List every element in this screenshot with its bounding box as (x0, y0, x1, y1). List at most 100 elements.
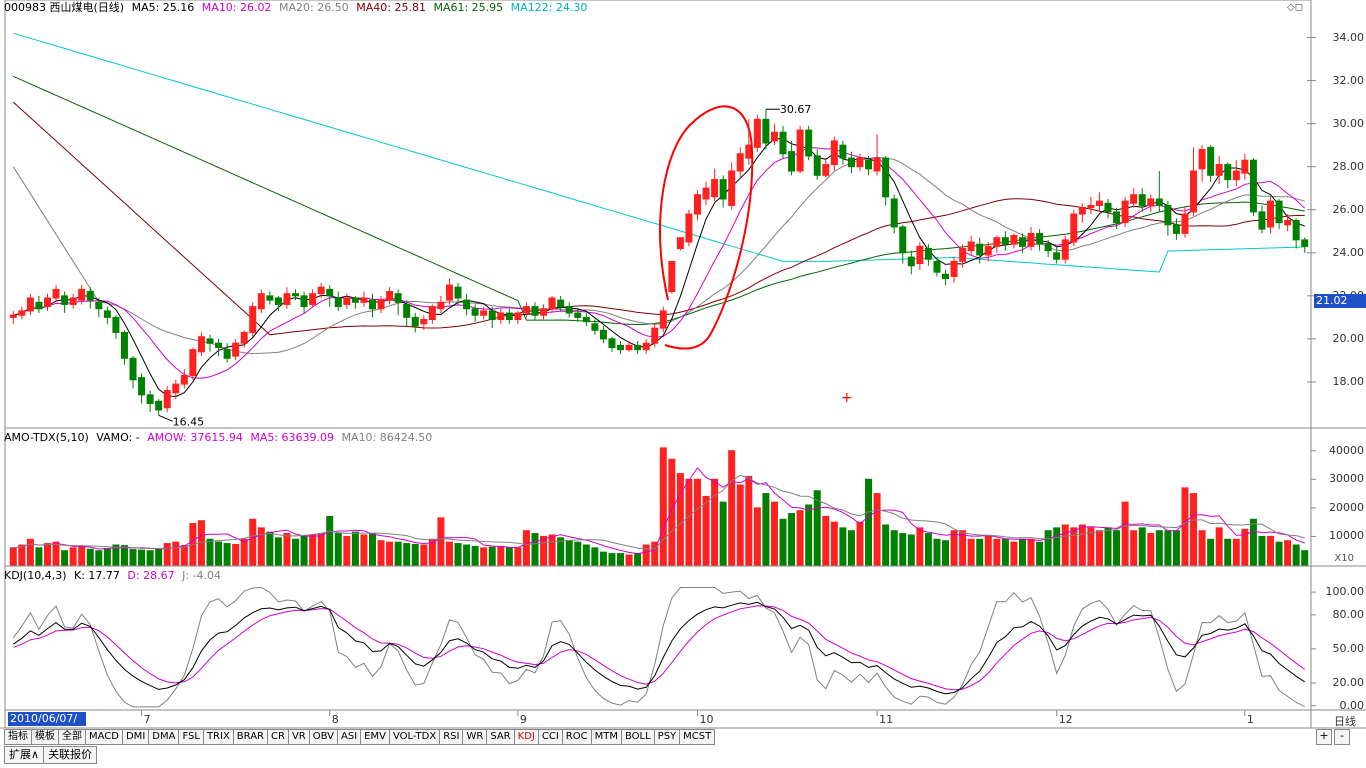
price-axis-label: 32.00 (1332, 73, 1365, 87)
candle-body (1027, 232, 1035, 247)
kdj-header: KDJ(10,4,3) K: 17.77 D: 28.67 J: -4.04 (4, 569, 225, 583)
candle-body (1249, 159, 1257, 213)
volume-bar (984, 535, 992, 566)
volume-bar (120, 545, 128, 566)
volume-bar (822, 515, 830, 566)
volume-bar (557, 537, 565, 566)
volume-bar (1181, 487, 1189, 566)
candle-body (1207, 146, 1215, 176)
candle-body (351, 297, 359, 303)
indicator-tab-vr[interactable]: VR (288, 729, 310, 745)
indicator-tab-emv[interactable]: EMV (361, 729, 390, 745)
related-quotes-tab[interactable]: 关联报价 (43, 746, 98, 764)
zoom-out-button[interactable]: - (1334, 729, 1350, 745)
zoom-in-button[interactable]: + (1316, 729, 1332, 745)
volume-bar (514, 547, 522, 566)
candle-body (839, 144, 847, 159)
volume-bar (454, 543, 462, 566)
candle-body (822, 164, 830, 176)
expand-tab[interactable]: 扩展∧ (4, 746, 45, 764)
indicator-tab-mcst[interactable]: MCST (680, 729, 716, 745)
volume-bar (18, 544, 26, 566)
candle-body (993, 237, 1001, 247)
candle-body (377, 299, 385, 310)
indicator-tab-全部[interactable]: 全部 (59, 729, 86, 745)
volume-bar (155, 548, 163, 566)
candle-body (1121, 200, 1129, 224)
candle-body (112, 316, 120, 333)
indicator-tab-指标[interactable]: 指标 (4, 729, 32, 745)
volume-bar (719, 501, 727, 566)
indicator-tab-rsi[interactable]: RSI (440, 729, 464, 745)
vol-ma10-label: MA10: 86424.50 (341, 431, 433, 444)
candle-body (531, 306, 539, 316)
indicator-tab-boll[interactable]: BOLL (621, 729, 655, 745)
start-date-marker: 2010/06/07/— (8, 712, 86, 739)
candle-body (574, 312, 582, 318)
indicator-tab-cci[interactable]: CCI (538, 729, 563, 745)
volume-bar (565, 540, 573, 566)
volume-bar (762, 493, 770, 566)
candle-body (899, 226, 907, 254)
volume-bar (360, 534, 368, 566)
indicator-tab-cr[interactable]: CR (268, 729, 289, 745)
indicator-tab-roc[interactable]: ROC (562, 729, 592, 745)
month-label: 9 (519, 713, 527, 726)
volume-bar (317, 533, 325, 566)
candle-body (582, 316, 590, 323)
candle-body (52, 288, 60, 299)
indicator-tab-macd[interactable]: MACD (86, 729, 123, 745)
indicator-tab-mtm[interactable]: MTM (591, 729, 622, 745)
indicator-tab-brar[interactable]: BRAR (233, 729, 268, 745)
candle-body (967, 241, 975, 252)
candle-body (343, 297, 351, 305)
candle-body (890, 198, 898, 228)
volume-bar (865, 478, 873, 566)
volume-bar (668, 458, 676, 566)
chart-toggle-icon[interactable]: ◇◻ (1287, 2, 1303, 13)
kdj-j-line (12, 586, 1305, 708)
candle-body (522, 306, 530, 314)
candle-body (172, 383, 180, 394)
candle-body (1190, 170, 1198, 213)
kdj-indicator-name: KDJ(10,4,3) (4, 569, 67, 582)
candle-body (138, 377, 146, 396)
candle-body (651, 327, 659, 344)
indicator-tab-dmi[interactable]: DMI (122, 729, 150, 745)
indicator-tab-trix[interactable]: TRIX (203, 729, 234, 745)
volume-bar (617, 553, 625, 566)
volume-bar (1044, 530, 1052, 566)
volume-bar (1284, 540, 1292, 566)
indicator-tab-fsl[interactable]: FSL (179, 729, 204, 745)
volume-bar (924, 533, 932, 566)
volume-unit: X10 (1334, 553, 1354, 564)
volume-bar (1078, 524, 1086, 566)
volume-bar (599, 551, 607, 566)
volume-bar (334, 533, 342, 566)
indicator-tab-vol-tdx[interactable]: VOL-TDX (389, 729, 441, 745)
volume-bar (1113, 530, 1121, 566)
volume-bar (163, 543, 171, 566)
candle-body (599, 329, 607, 340)
indicator-tab-obv[interactable]: OBV (309, 729, 338, 745)
candle-body (334, 297, 342, 308)
indicator-tab-asi[interactable]: ASI (338, 729, 362, 745)
candle-body (103, 310, 111, 318)
stock-name: 000983 西山煤电(日线) (4, 1, 125, 14)
candle-body (180, 374, 188, 385)
chart-canvas[interactable]: 30.67 16.45 + (0, 0, 1366, 768)
indicator-tab-sar[interactable]: SAR (487, 729, 515, 745)
candle-body (1130, 194, 1138, 204)
month-label: 1 (1246, 713, 1254, 726)
candle-body (411, 316, 419, 327)
indicator-tab-模板[interactable]: 模板 (32, 729, 59, 745)
candle-body (428, 306, 436, 321)
candle-body (326, 288, 334, 297)
indicator-tab-dma[interactable]: DMA (149, 729, 180, 745)
volume-bar (69, 547, 77, 566)
indicator-tab-psy[interactable]: PSY (654, 729, 681, 745)
candle-body (403, 303, 411, 318)
indicator-tab-wr[interactable]: WR (463, 729, 488, 745)
indicator-tab-kdj[interactable]: KDJ (514, 729, 539, 745)
volume-bar (52, 541, 60, 566)
